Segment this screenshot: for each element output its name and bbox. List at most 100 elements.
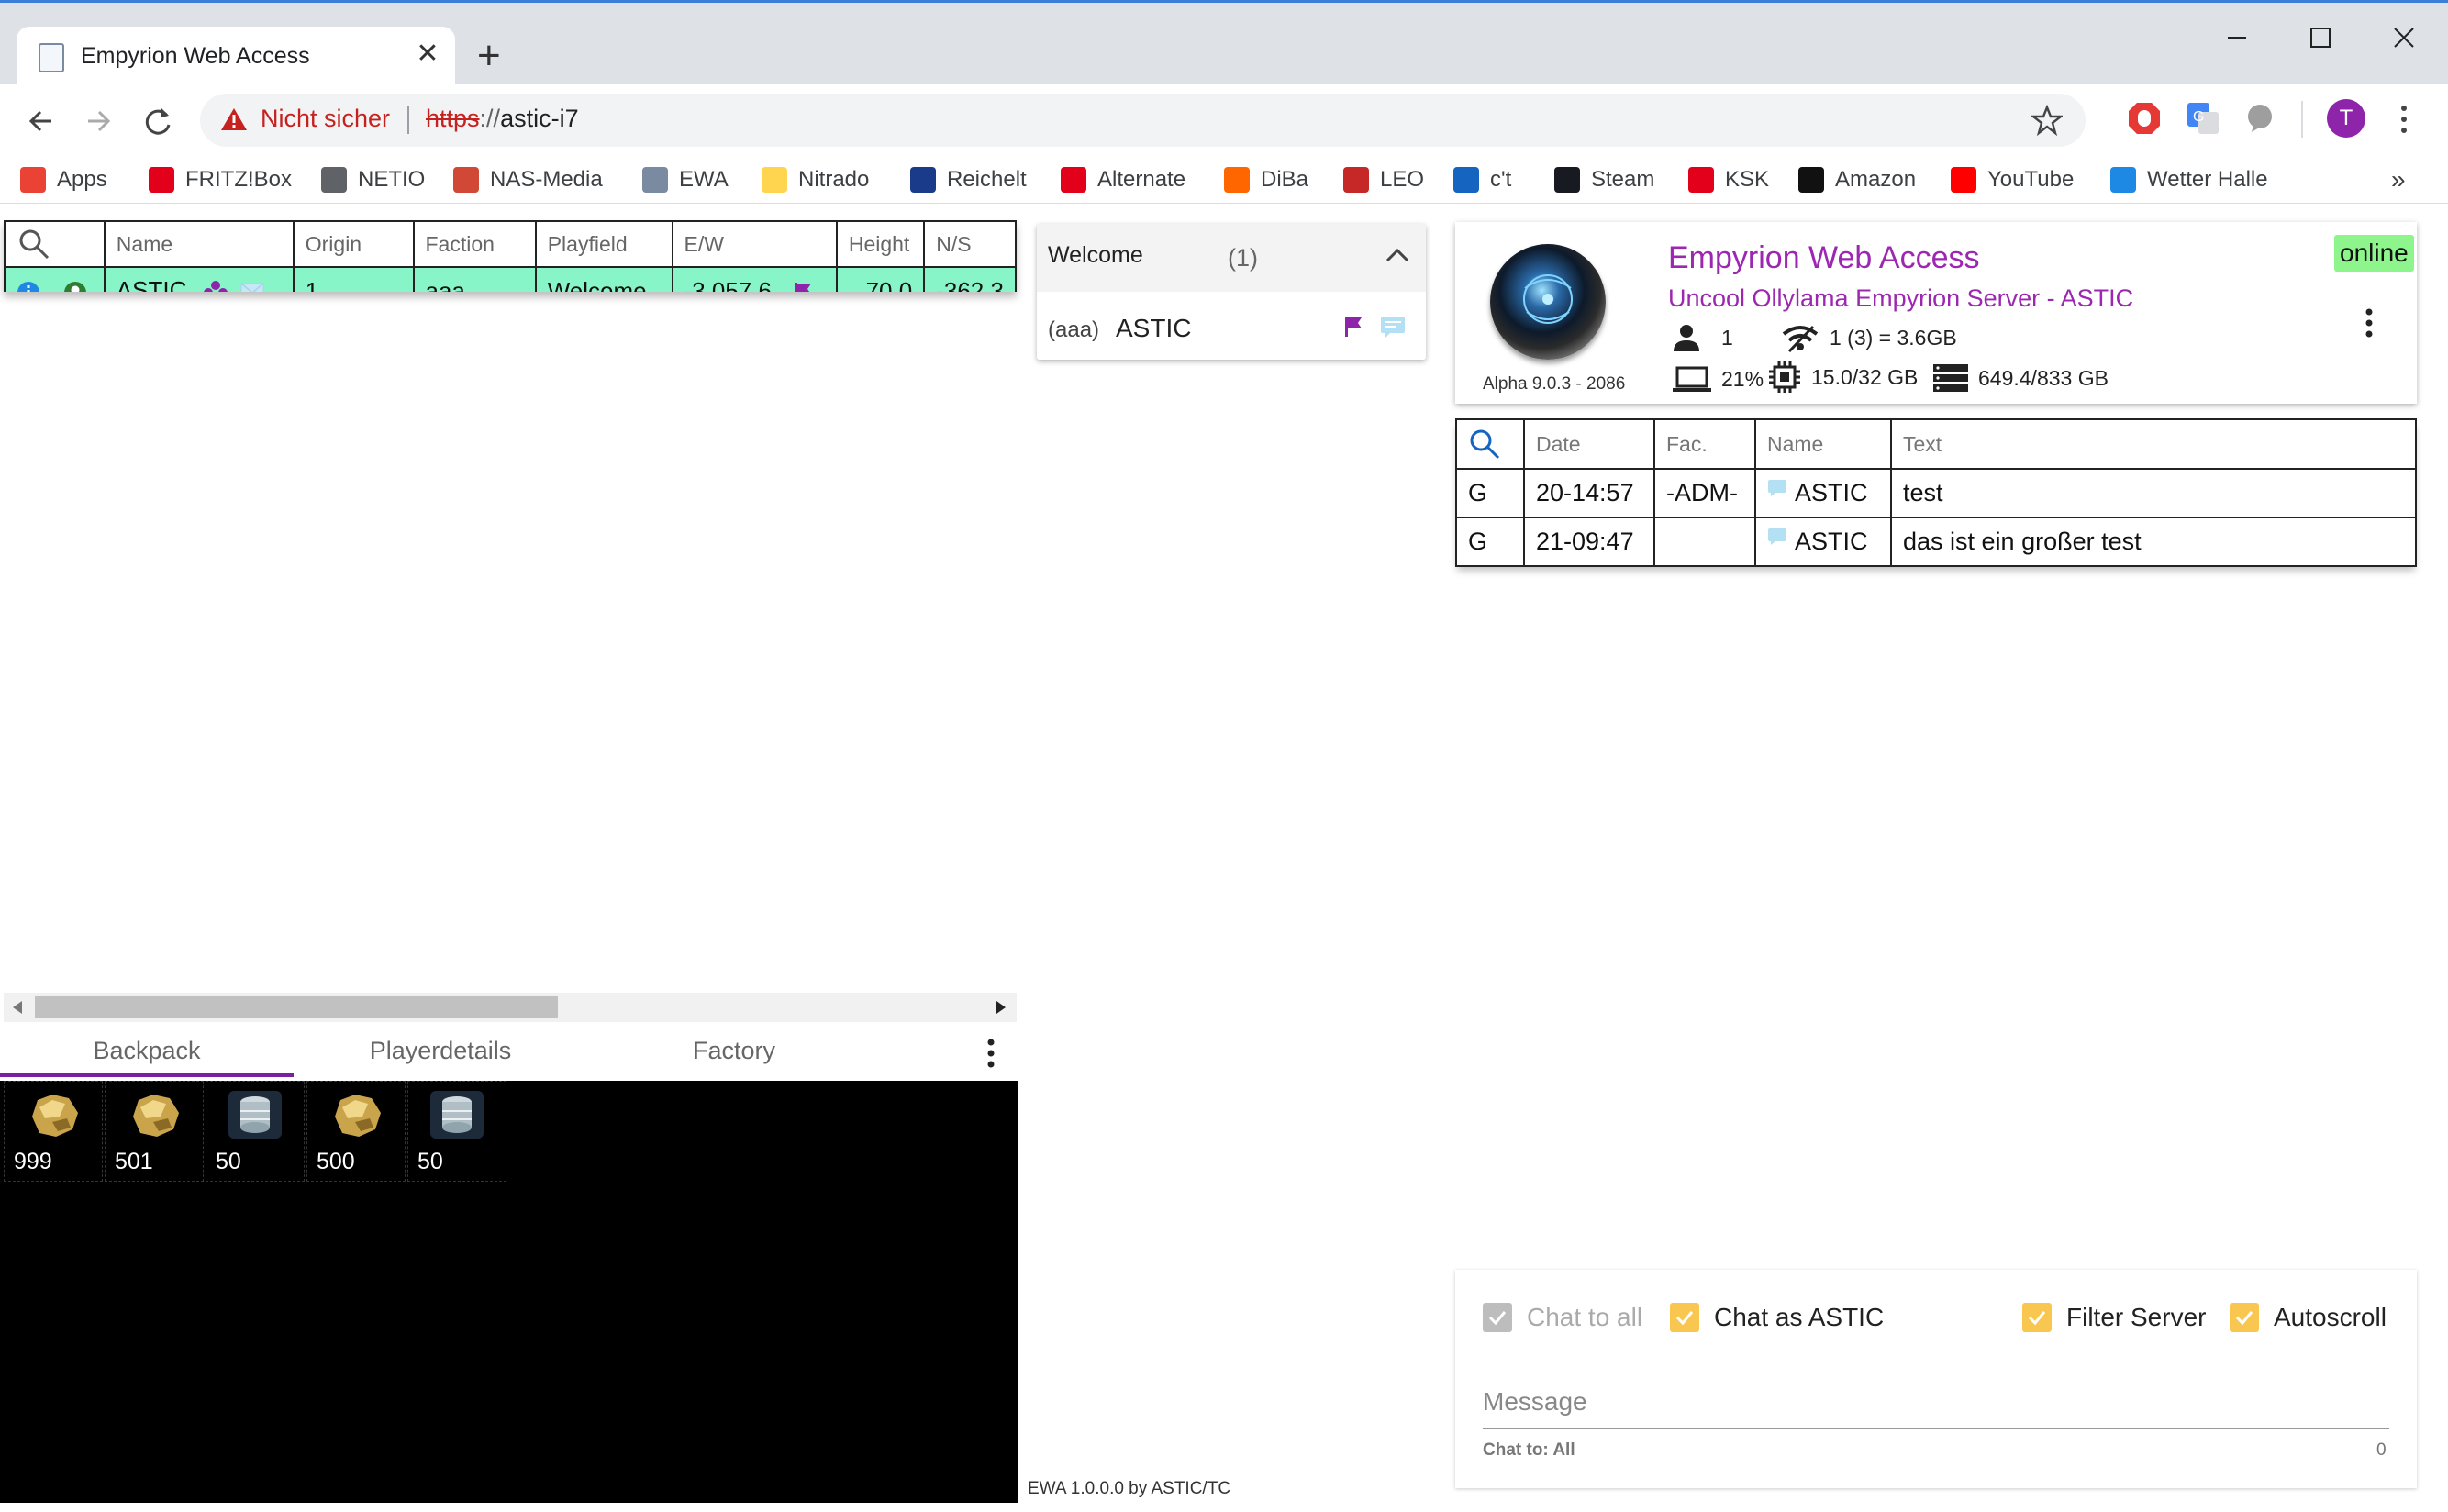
diba-icon [1224, 167, 1250, 193]
scroll-left-arrow-icon[interactable] [11, 1000, 24, 1015]
bookmark-apps[interactable]: Apps [20, 163, 107, 196]
checkbox-checked-icon[interactable] [1483, 1303, 1512, 1332]
column-header-origin[interactable]: Origin [292, 220, 415, 268]
bookmark-ewa[interactable]: EWA [642, 163, 729, 196]
chat-as-checkbox[interactable]: Chat as ASTIC [1670, 1303, 1884, 1332]
chat-to-all-checkbox[interactable]: Chat to all [1483, 1303, 1642, 1332]
message-input[interactable]: Message [1483, 1387, 1587, 1417]
checkbox-checked-icon[interactable] [2022, 1303, 2052, 1332]
playfield-header[interactable]: Welcome (1) [1037, 224, 1426, 292]
bookmark-amazon[interactable]: Amazon [1798, 163, 1916, 196]
column-header-ew[interactable]: E/W [671, 220, 838, 268]
forward-button[interactable] [79, 101, 119, 141]
backpack-slot[interactable]: 999 [4, 1081, 103, 1182]
bookmark-c-t[interactable]: c't [1453, 163, 1511, 196]
column-header-text[interactable]: Text [1890, 418, 2417, 470]
bookmark-alternate[interactable]: Alternate [1061, 163, 1185, 196]
column-header-faction[interactable]: Faction [412, 220, 537, 268]
backpack-slot[interactable]: 50 [206, 1081, 305, 1182]
bookmark-wetter-halle[interactable]: Wetter Halle [2110, 163, 2268, 196]
chat-type-cell: G [1455, 468, 1525, 518]
column-header-height[interactable]: Height [835, 220, 926, 268]
warning-icon[interactable] [220, 106, 248, 132]
bookmark-fritz-box[interactable]: FRITZ!Box [149, 163, 292, 196]
column-header-chat-name[interactable]: Name [1754, 418, 1892, 470]
inventory-menu-icon[interactable] [980, 1035, 1002, 1072]
google-translate-icon[interactable]: G [2186, 101, 2220, 136]
playfield-player-name[interactable]: ASTIC [1116, 314, 1191, 343]
url-text[interactable]: https://astic-i7 [426, 105, 579, 133]
backpack-slot[interactable]: 50 [407, 1081, 506, 1182]
player-table-header: Name Origin Faction Playfield E/W Height… [4, 220, 1017, 268]
flag-icon[interactable] [1343, 316, 1363, 338]
bookmark-youtube[interactable]: YouTube [1951, 163, 2074, 196]
filter-server-checkbox[interactable]: Filter Server [2022, 1303, 2206, 1332]
item-count: 500 [317, 1149, 355, 1174]
column-header-name[interactable]: Name [103, 220, 295, 268]
tab-close-icon[interactable]: ✕ [411, 38, 444, 71]
chat-row[interactable]: G 21-09:47 ASTIC das ist ein großer test [1455, 517, 2417, 567]
bookmark-steam[interactable]: Steam [1554, 163, 1654, 196]
new-tab-button[interactable]: + [477, 36, 501, 76]
info-icon[interactable] [17, 281, 40, 292]
autoscroll-checkbox[interactable]: Autoscroll [2230, 1303, 2387, 1332]
chat-row[interactable]: G 20-14:57 -ADM- ASTIC test [1455, 468, 2417, 518]
browser-menu-icon[interactable] [2393, 101, 2415, 138]
bookmarks-overflow-button[interactable]: » [2391, 163, 2406, 196]
message-icon[interactable] [240, 282, 264, 292]
url-host: astic-i7 [500, 105, 579, 132]
player-row[interactable]: ASTIC 1 aaa Welcome -3,057.6 70.0 -362.3 [4, 266, 1017, 292]
tab-backpack[interactable]: Backpack [0, 1026, 294, 1077]
chat-text-cell: das ist ein großer test [1890, 517, 2417, 567]
bookmark-netio[interactable]: NETIO [321, 163, 425, 196]
minimize-button[interactable] [2208, 19, 2263, 56]
reload-button[interactable] [138, 101, 178, 141]
security-label[interactable]: Nicht sicher [261, 105, 390, 133]
scrollbar-thumb[interactable] [35, 996, 558, 1018]
search-icon[interactable] [17, 227, 51, 261]
weather-icon [2110, 167, 2136, 193]
scroll-right-arrow-icon[interactable] [995, 1000, 1007, 1015]
column-header-date[interactable]: Date [1523, 418, 1655, 470]
tab-playerdetails[interactable]: Playerdetails [294, 1026, 587, 1077]
checkbox-checked-icon[interactable] [2230, 1303, 2259, 1332]
tab-strip: Empyrion Web Access ✕ + [0, 0, 2448, 87]
extension-chat-icon[interactable] [2244, 103, 2276, 134]
filter-server-label: Filter Server [2066, 1303, 2207, 1331]
close-window-button[interactable] [2376, 19, 2431, 56]
bookmark-nas-media[interactable]: NAS-Media [453, 163, 603, 196]
column-header-ns[interactable]: N/S [923, 220, 1017, 268]
chat-icon[interactable] [1767, 528, 1787, 546]
bookmark-ksk[interactable]: KSK [1688, 163, 1769, 196]
flag-icon[interactable] [793, 282, 813, 292]
chevron-up-icon[interactable] [1384, 244, 1411, 266]
checkbox-checked-icon[interactable] [1670, 1303, 1699, 1332]
back-button[interactable] [20, 101, 61, 141]
gamepad-icon[interactable] [203, 280, 228, 292]
server-menu-icon[interactable] [2358, 305, 2380, 341]
chat-as-label: Chat as ASTIC [1714, 1303, 1885, 1331]
backpack-slot[interactable]: 501 [105, 1081, 204, 1182]
player-search-header[interactable] [4, 220, 106, 268]
account-icon[interactable] [63, 281, 87, 292]
bookmark-nitrado[interactable]: Nitrado [762, 163, 869, 196]
column-header-fac[interactable]: Fac. [1653, 418, 1756, 470]
tab-factory[interactable]: Factory [587, 1026, 881, 1077]
chat-icon[interactable] [1767, 479, 1787, 497]
browser-tab[interactable]: Empyrion Web Access ✕ [17, 27, 455, 87]
bookmark-star-icon[interactable] [2031, 105, 2063, 136]
horizontal-scrollbar[interactable] [4, 993, 1017, 1022]
bookmark-diba[interactable]: DiBa [1224, 163, 1308, 196]
maximize-button[interactable] [2292, 19, 2347, 56]
bookmark-leo[interactable]: LEO [1343, 163, 1424, 196]
profile-avatar[interactable]: T [2327, 99, 2365, 138]
search-icon[interactable] [1468, 428, 1501, 461]
chat-icon[interactable] [1380, 316, 1406, 339]
backpack-slot[interactable]: 500 [306, 1081, 406, 1182]
bookmark-reichelt[interactable]: Reichelt [910, 163, 1027, 196]
opera-adblock-icon[interactable] [2127, 101, 2162, 136]
chat-search-header[interactable] [1455, 418, 1525, 470]
bookmark-label: Wetter Halle [2147, 167, 2268, 192]
address-bar[interactable]: Nicht sicher https://astic-i7 [200, 94, 2086, 147]
column-header-playfield[interactable]: Playfield [534, 220, 673, 268]
